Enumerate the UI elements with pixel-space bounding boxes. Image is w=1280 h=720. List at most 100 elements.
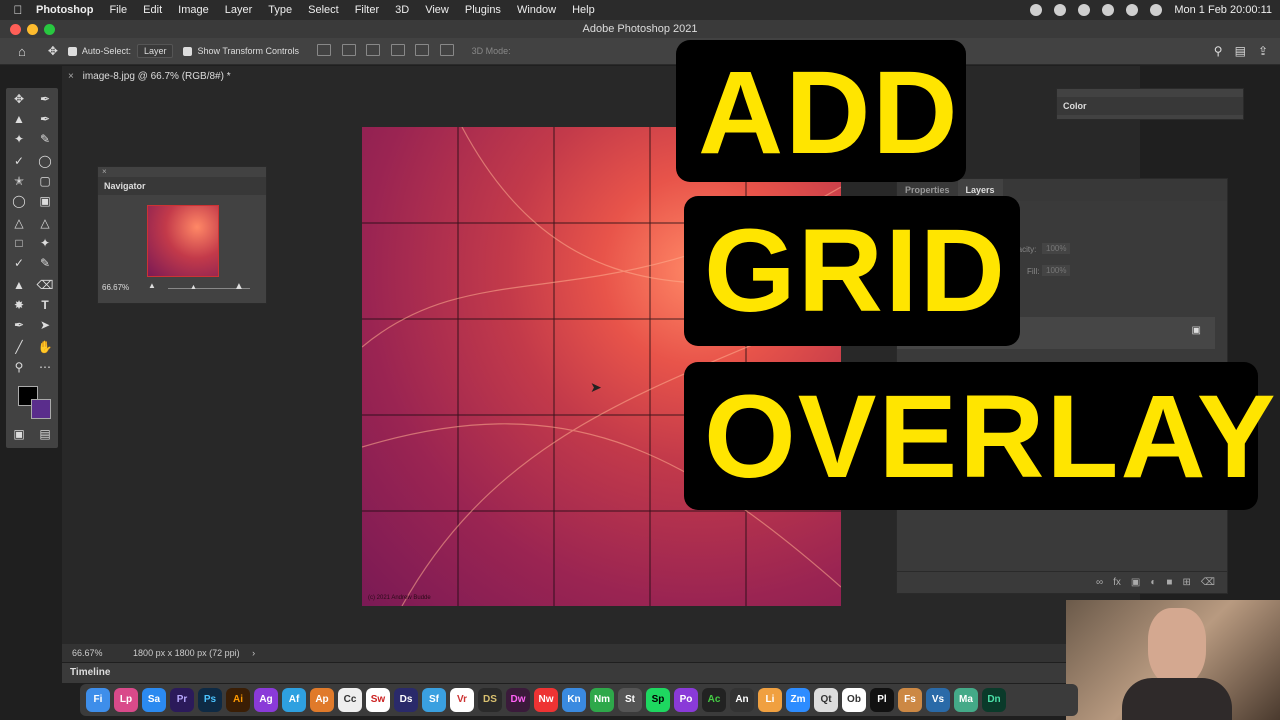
magic-wand-icon[interactable]: ✦ (10, 130, 28, 148)
ellipse-marquee-icon[interactable]: ◯ (36, 152, 54, 170)
healing-icon[interactable]: ✭ (10, 172, 28, 190)
fill-value[interactable]: 100% (1042, 265, 1071, 276)
launchpad-icon[interactable]: Lp (114, 688, 138, 712)
app-icon[interactable]: DS (478, 688, 502, 712)
type-tool-icon[interactable]: T (36, 296, 54, 314)
eraser-icon[interactable]: ⌫ (36, 276, 54, 294)
menu-layer[interactable]: Layer (217, 4, 261, 16)
document-tab[interactable]: × image-8.jpg @ 66.7% (RGB/8#) * (62, 68, 231, 86)
status-icon[interactable] (1030, 4, 1043, 16)
menu-image[interactable]: Image (170, 4, 217, 16)
wifi-icon[interactable] (1102, 4, 1115, 16)
eyedropper-icon[interactable]: ✓ (10, 152, 28, 170)
menu-edit[interactable]: Edit (135, 4, 170, 16)
activity-monitor-icon[interactable]: Ac (702, 688, 726, 712)
premiere-icon[interactable]: Pr (170, 688, 194, 712)
quicktime-icon[interactable]: Qt (814, 688, 838, 712)
auto-select-checkbox[interactable] (67, 46, 77, 56)
brush-icon[interactable]: ✎ (36, 130, 54, 148)
zoom-app-icon[interactable]: Zm (786, 688, 810, 712)
screen-mode-icon[interactable]: ▤ (36, 425, 54, 443)
stamp-icon[interactable]: ▲ (10, 276, 28, 294)
triangle-icon[interactable]: △ (36, 214, 54, 232)
menu-3d[interactable]: 3D (387, 4, 417, 16)
more-tools-icon[interactable]: ⋯ (36, 358, 54, 376)
dreamweaver-icon[interactable]: Dw (506, 688, 530, 712)
app-icon[interactable]: Vr (450, 688, 474, 712)
lock-icon[interactable]: ▣ (1192, 325, 1201, 336)
apple-icon[interactable]:  (0, 3, 36, 17)
menu-plugins[interactable]: Plugins (457, 4, 509, 16)
finder-icon[interactable]: Fi (86, 688, 110, 712)
fx-icon[interactable]: fx (1113, 572, 1121, 593)
polygon-lasso-icon[interactable]: △ (10, 214, 28, 232)
numbers-icon[interactable]: Nm (590, 688, 614, 712)
document-tab-label[interactable]: image-8.jpg @ 66.7% (RGB/8#) * (83, 71, 231, 82)
share-icon[interactable]: ⇪ (1258, 44, 1268, 58)
history-brush-icon[interactable]: ✸ (10, 296, 28, 314)
path-select-icon[interactable]: ▲ (10, 110, 28, 128)
pen-path-icon[interactable]: ✒ (10, 316, 28, 334)
podcasts-icon[interactable]: Po (674, 688, 698, 712)
menu-filter[interactable]: Filter (347, 4, 387, 16)
direct-select-icon[interactable]: ➤ (36, 316, 54, 334)
move-tool-icon[interactable]: ✥ (48, 44, 58, 58)
app-icon[interactable]: Vs (926, 688, 950, 712)
align-left-icon[interactable] (317, 44, 332, 56)
zoom-in-icon[interactable]: ▲ (234, 281, 244, 292)
zoom-window-icon[interactable] (44, 24, 55, 35)
line-tool-icon[interactable]: ╱ (10, 338, 28, 356)
menu-view[interactable]: View (417, 4, 457, 16)
brush-tool-icon[interactable]: ✎ (36, 254, 54, 272)
background-color-swatch[interactable] (31, 399, 51, 419)
chevron-right-icon[interactable]: › (252, 648, 255, 658)
close-tab-icon[interactable]: × (68, 71, 74, 82)
freeform-pen-icon[interactable]: ✒ (36, 110, 54, 128)
transform-checkbox[interactable] (183, 46, 193, 56)
affinity-designer-icon[interactable]: Af (282, 688, 306, 712)
close-window-icon[interactable] (10, 24, 21, 35)
workspace-icon[interactable]: ▤ (1235, 44, 1246, 58)
new-group-icon[interactable]: ■ (1166, 572, 1172, 593)
photoshop-icon[interactable]: Ps (198, 688, 222, 712)
navigator-zoom[interactable]: 66.67% (102, 283, 129, 292)
maps-icon[interactable]: Ma (954, 688, 978, 712)
control-center-icon[interactable] (1150, 4, 1163, 16)
creative-cloud-icon[interactable]: Cc (338, 688, 362, 712)
menu-file[interactable]: File (101, 4, 135, 16)
app-icon[interactable]: Sf (422, 688, 446, 712)
quick-mask-icon[interactable]: ▣ (10, 425, 28, 443)
color-panel-title[interactable]: Color (1057, 97, 1243, 115)
app-icon[interactable]: Ds (394, 688, 418, 712)
obs-icon[interactable]: Ob (842, 688, 866, 712)
menu-type[interactable]: Type (260, 4, 300, 16)
delete-layer-icon[interactable]: ⌫ (1201, 572, 1215, 593)
align-top-icon[interactable] (390, 44, 405, 56)
app-icon[interactable]: Pl (870, 688, 894, 712)
menu-help[interactable]: Help (564, 4, 603, 16)
illustrator-icon[interactable]: Ai (226, 688, 250, 712)
add-mask-icon[interactable]: ▣ (1131, 572, 1140, 593)
zoom-out-icon[interactable]: ▲ (148, 281, 156, 290)
new-layer-icon[interactable]: ⊞ (1182, 572, 1190, 593)
keynote-icon[interactable]: Kn (562, 688, 586, 712)
layer-dropdown[interactable]: Layer (136, 44, 174, 58)
app-icon[interactable]: Sw (366, 688, 390, 712)
align-center-icon[interactable] (341, 44, 356, 56)
spotify-icon[interactable]: Sp (646, 688, 670, 712)
affinity-publisher-icon[interactable]: Ap (310, 688, 334, 712)
app-icon[interactable]: Li (758, 688, 782, 712)
navigator-thumbnail[interactable] (147, 205, 219, 277)
timeline-label[interactable]: Timeline (70, 667, 110, 678)
news-icon[interactable]: Nw (534, 688, 558, 712)
color-sampler-icon[interactable]: ✓ (10, 254, 28, 272)
affinity-photo-icon[interactable]: Ag (254, 688, 278, 712)
link-layers-icon[interactable]: ∞ (1096, 572, 1103, 593)
menu-app[interactable]: Photoshop (36, 4, 101, 16)
zoom-tool-icon[interactable]: ⚲ (10, 358, 28, 376)
frame-icon[interactable]: □ (10, 234, 28, 252)
pen-tool-icon[interactable]: ✒ (36, 90, 54, 108)
status-zoom[interactable]: 66.67% (72, 648, 103, 658)
app-icon[interactable]: An (730, 688, 754, 712)
blur-icon[interactable]: ✦ (36, 234, 54, 252)
